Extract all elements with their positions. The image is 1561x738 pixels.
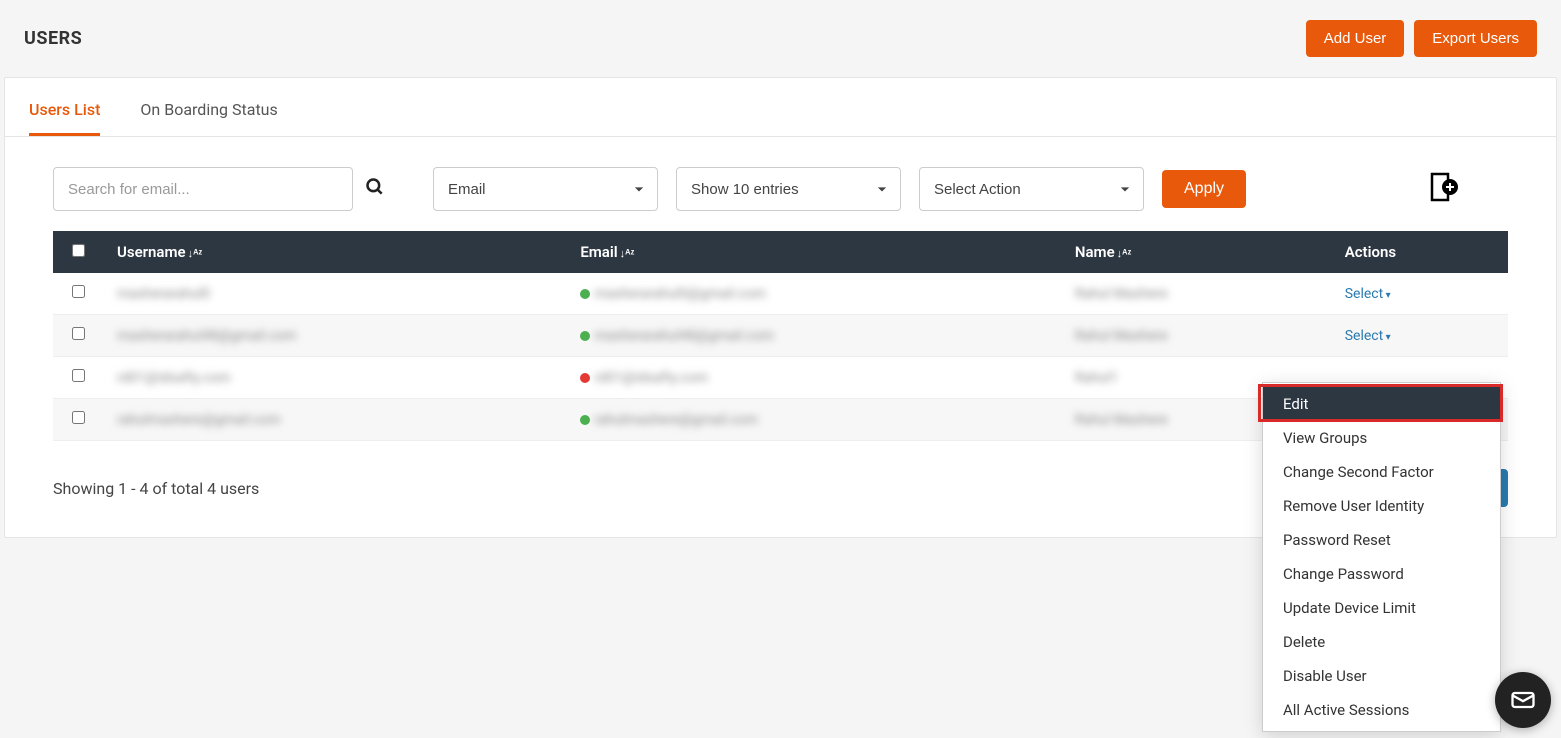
cell-email: masherarahul48@gmail.com [594, 328, 773, 344]
status-dot-icon [580, 331, 590, 341]
row-action-select[interactable]: Select [1345, 328, 1391, 344]
filter-type-select[interactable]: Email [433, 167, 658, 211]
cell-username: masherarahul48@gmail.com [117, 328, 296, 344]
col-email[interactable]: Email↓ᴬᶻ [566, 231, 1061, 273]
page-title: USERS [24, 28, 82, 49]
cell-username: rd01@idsafty.com [117, 370, 231, 386]
add-user-button[interactable]: Add User [1306, 20, 1405, 57]
menu-item-all-active-sessions[interactable]: All Active Sessions [1263, 693, 1500, 727]
row-checkbox[interactable] [72, 411, 85, 424]
row-checkbox[interactable] [72, 369, 85, 382]
cell-name: Rahul Mashere [1075, 412, 1168, 428]
col-username[interactable]: Username↓ᴬᶻ [103, 231, 566, 273]
menu-item-view-groups[interactable]: View Groups [1263, 421, 1500, 455]
bulk-action-select[interactable]: Select Action [919, 167, 1144, 211]
table-row: masherarahul48@gmail.com masherarahul48@… [53, 315, 1508, 357]
header-bar: USERS Add User Export Users [0, 0, 1561, 77]
menu-item-delete[interactable]: Delete [1263, 625, 1500, 659]
search-icon[interactable] [365, 177, 385, 202]
sort-icon: ↓ᴬᶻ [188, 247, 203, 260]
row-action-select[interactable]: Select [1345, 286, 1391, 302]
row-checkbox[interactable] [72, 327, 85, 340]
tab-onboarding-status[interactable]: On Boarding Status [140, 78, 277, 136]
cell-name: Rahul Mashere [1075, 328, 1168, 344]
showing-text: Showing 1 - 4 of total 4 users [53, 479, 259, 498]
status-dot-icon [580, 373, 590, 383]
status-dot-icon [580, 415, 590, 425]
menu-item-update-device-limit[interactable]: Update Device Limit [1263, 591, 1500, 625]
cell-name: Rahul Mashere [1075, 286, 1168, 302]
cell-email: rahulmashere@gmail.com [594, 412, 758, 428]
chat-fab[interactable] [1495, 672, 1551, 728]
apply-button[interactable]: Apply [1162, 170, 1246, 208]
status-dot-icon [580, 289, 590, 299]
cell-name: Rahul1 [1075, 370, 1118, 386]
menu-item-change-second-factor[interactable]: Change Second Factor [1263, 455, 1500, 489]
cell-email: masherarahul0@gmail.com [594, 286, 766, 302]
menu-item-password-reset[interactable]: Password Reset [1263, 523, 1500, 557]
add-document-icon[interactable] [1424, 170, 1458, 208]
tab-users-list[interactable]: Users List [29, 78, 100, 136]
table-row: masherarahul0 masherarahul0@gmail.com Ra… [53, 273, 1508, 315]
select-all-checkbox[interactable] [72, 244, 85, 257]
mail-icon [1509, 686, 1537, 714]
col-actions: Actions [1331, 231, 1508, 273]
menu-item-disable-user[interactable]: Disable User [1263, 659, 1500, 693]
controls-row: Email Show 10 entries Select Action Appl… [5, 137, 1556, 231]
sort-icon: ↓ᴬᶻ [1117, 247, 1132, 260]
sort-icon: ↓ᴬᶻ [620, 247, 635, 260]
col-name[interactable]: Name↓ᴬᶻ [1061, 231, 1331, 273]
menu-item-change-password[interactable]: Change Password [1263, 557, 1500, 591]
cell-email: rd01@idsafty.com [594, 370, 708, 386]
search-wrap [53, 167, 415, 211]
header-actions: Add User Export Users [1306, 20, 1537, 57]
menu-item-edit[interactable]: Edit [1263, 387, 1500, 421]
entries-select[interactable]: Show 10 entries [676, 167, 901, 211]
row-checkbox[interactable] [72, 285, 85, 298]
row-actions-dropdown: Edit View Groups Change Second Factor Re… [1262, 382, 1501, 732]
export-users-button[interactable]: Export Users [1414, 20, 1537, 57]
cell-username: rahulmashere@gmail.com [117, 412, 281, 428]
tabs: Users List On Boarding Status [5, 78, 1556, 137]
menu-item-remove-user-identity[interactable]: Remove User Identity [1263, 489, 1500, 523]
search-input[interactable] [53, 167, 353, 211]
cell-username: masherarahul0 [117, 286, 210, 302]
